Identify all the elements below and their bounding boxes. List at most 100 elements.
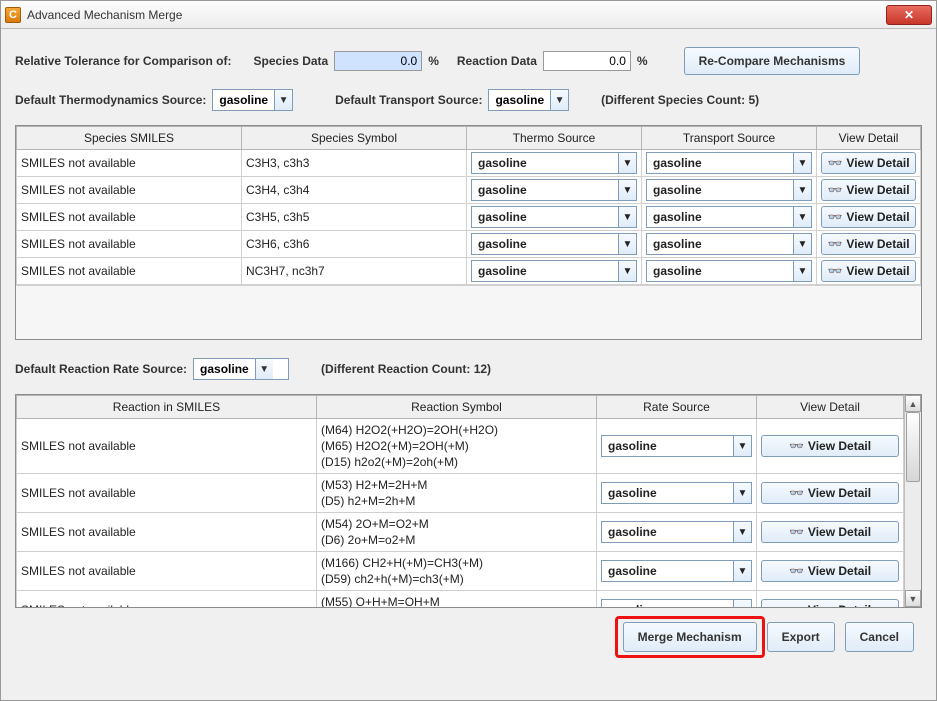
chevron-down-icon: ▼ (618, 261, 636, 281)
view-detail-button[interactable]: 👓View Detail (821, 179, 916, 201)
reaction-scrollbar[interactable]: ▲ ▼ (904, 395, 921, 607)
chevron-down-icon: ▼ (733, 436, 751, 456)
close-button[interactable]: ✕ (886, 5, 932, 25)
glasses-icon: 👓 (789, 439, 802, 453)
scroll-track[interactable] (905, 412, 921, 590)
glasses-icon: 👓 (789, 564, 802, 578)
view-detail-button[interactable]: 👓View Detail (761, 599, 899, 607)
view-detail-button[interactable]: 👓View Detail (761, 521, 899, 543)
view-detail-button[interactable]: 👓View Detail (821, 260, 916, 282)
reaction-header-smiles: Reaction in SMILES (17, 396, 317, 419)
species-data-input[interactable] (334, 51, 422, 71)
transport-dropdown[interactable]: gasoline ▼ (488, 89, 569, 111)
chevron-down-icon: ▼ (618, 180, 636, 200)
transport-source-value: gasoline (647, 153, 793, 173)
chevron-down-icon: ▼ (618, 207, 636, 227)
transport-source-value: gasoline (647, 261, 793, 281)
species-table-panel: Species SMILES Species Symbol Thermo Sou… (15, 125, 922, 340)
thermo-source-dropdown[interactable]: gasoline▼ (471, 152, 637, 174)
rate-source-dropdown[interactable]: gasoline▼ (601, 435, 752, 457)
glasses-icon: 👓 (789, 486, 802, 500)
cancel-button[interactable]: Cancel (845, 622, 914, 652)
chevron-down-icon: ▼ (733, 522, 751, 542)
thermo-source-dropdown[interactable]: gasoline▼ (471, 233, 637, 255)
rate-source-value: gasoline (602, 483, 733, 503)
species-symbol-cell: C3H3, c3h3 (242, 150, 467, 177)
transport-label: Default Transport Source: (335, 93, 482, 107)
view-detail-label: View Detail (846, 156, 909, 170)
species-header-smiles: Species SMILES (17, 127, 242, 150)
reaction-rate-value: gasoline (194, 359, 255, 379)
species-row: SMILES not availableC3H5, c3h5gasoline▼g… (17, 204, 921, 231)
thermo-label: Default Thermodynamics Source: (15, 93, 206, 107)
chevron-down-icon: ▼ (618, 234, 636, 254)
rate-source-dropdown[interactable]: gasoline▼ (601, 599, 752, 607)
reaction-smiles-cell: SMILES not available (17, 474, 317, 513)
footer-buttons: Merge Mechanism Export Cancel (15, 622, 922, 652)
chevron-down-icon: ▼ (793, 153, 811, 173)
rate-source-dropdown[interactable]: gasoline▼ (601, 482, 752, 504)
species-row: SMILES not availableNC3H7, nc3h7gasoline… (17, 258, 921, 285)
reaction-data-label: Reaction Data (457, 54, 537, 68)
chevron-down-icon: ▼ (274, 90, 292, 110)
reaction-table-panel: Reaction in SMILES Reaction Symbol Rate … (15, 394, 922, 608)
chevron-down-icon: ▼ (793, 207, 811, 227)
transport-source-dropdown[interactable]: gasoline▼ (646, 179, 812, 201)
reaction-row: SMILES not available(M53) H2+M=2H+M(D5) … (17, 474, 904, 513)
reaction-smiles-cell: SMILES not available (17, 591, 317, 608)
reaction-rate-dropdown[interactable]: gasoline ▼ (193, 358, 289, 380)
merge-mechanism-button[interactable]: Merge Mechanism (623, 622, 757, 652)
view-detail-button[interactable]: 👓 View Detail (821, 206, 916, 228)
scroll-up-button[interactable]: ▲ (905, 395, 921, 412)
chevron-down-icon: ▼ (618, 153, 636, 173)
reaction-rate-label: Default Reaction Rate Source: (15, 362, 187, 376)
rate-source-dropdown[interactable]: gasoline▼ (601, 560, 752, 582)
thermo-source-dropdown[interactable]: gasoline▼ (471, 206, 637, 228)
rate-source-dropdown[interactable]: gasoline▼ (601, 521, 752, 543)
reaction-smiles-cell: SMILES not available (17, 419, 317, 474)
reaction-data-input[interactable] (543, 51, 631, 71)
view-detail-button[interactable]: 👓View Detail (821, 152, 916, 174)
pct-1: % (428, 54, 439, 68)
view-detail-button[interactable]: 👓View Detail (761, 435, 899, 457)
transport-source-dropdown[interactable]: gasoline▼ (646, 233, 812, 255)
thermo-source-value: gasoline (472, 180, 618, 200)
view-detail-label: View Detail (846, 210, 909, 224)
thermo-dropdown[interactable]: gasoline ▼ (212, 89, 293, 111)
species-header-transport: Transport Source (642, 127, 817, 150)
glasses-icon: 👓 (827, 210, 840, 224)
export-button[interactable]: Export (767, 622, 835, 652)
transport-source-dropdown[interactable]: gasoline▼ (646, 206, 812, 228)
species-symbol-cell: C3H6, c3h6 (242, 231, 467, 258)
scroll-thumb[interactable] (906, 412, 920, 482)
view-detail-button[interactable]: 👓View Detail (821, 233, 916, 255)
chevron-down-icon: ▼ (733, 561, 751, 581)
recompare-button[interactable]: Re-Compare Mechanisms (684, 47, 861, 75)
reaction-count-label: (Different Reaction Count: 12) (321, 362, 491, 376)
reaction-row: SMILES not available(M64) H2O2(+H2O)=2OH… (17, 419, 904, 474)
titlebar: C Advanced Mechanism Merge ✕ (1, 1, 936, 29)
species-row: SMILES not availableC3H4, c3h4gasoline▼g… (17, 177, 921, 204)
transport-source-dropdown[interactable]: gasoline▼ (646, 152, 812, 174)
species-smiles-cell: SMILES not available (17, 150, 242, 177)
species-smiles-cell: SMILES not available (17, 231, 242, 258)
species-symbol-cell: C3H5, c3h5 (242, 204, 467, 231)
defaults-row: Default Thermodynamics Source: gasoline … (15, 89, 922, 111)
view-detail-button[interactable]: 👓View Detail (761, 560, 899, 582)
species-table: Species SMILES Species Symbol Thermo Sou… (16, 126, 921, 285)
chevron-down-icon: ▼ (255, 359, 273, 379)
chevron-down-icon: ▼ (793, 180, 811, 200)
transport-source-dropdown[interactable]: gasoline▼ (646, 260, 812, 282)
chevron-down-icon: ▼ (793, 261, 811, 281)
view-detail-button[interactable]: 👓 View Detail (761, 482, 899, 504)
scroll-down-button[interactable]: ▼ (905, 590, 921, 607)
thermo-source-dropdown[interactable]: gasoline▼ (471, 179, 637, 201)
thermo-source-dropdown[interactable]: gasoline▼ (471, 260, 637, 282)
reaction-header-rate: Rate Source (597, 396, 757, 419)
view-detail-label: View Detail (808, 486, 871, 500)
reaction-header-view: View Detail (757, 396, 904, 419)
reaction-symbol-cell: (M54) 2O+M=O2+M(D6) 2o+M=o2+M (317, 513, 597, 552)
species-symbol-cell: C3H4, c3h4 (242, 177, 467, 204)
reaction-symbol-cell: (M64) H2O2(+H2O)=2OH(+H2O)(M65) H2O2(+M)… (317, 419, 597, 474)
rate-source-value: gasoline (602, 436, 733, 456)
